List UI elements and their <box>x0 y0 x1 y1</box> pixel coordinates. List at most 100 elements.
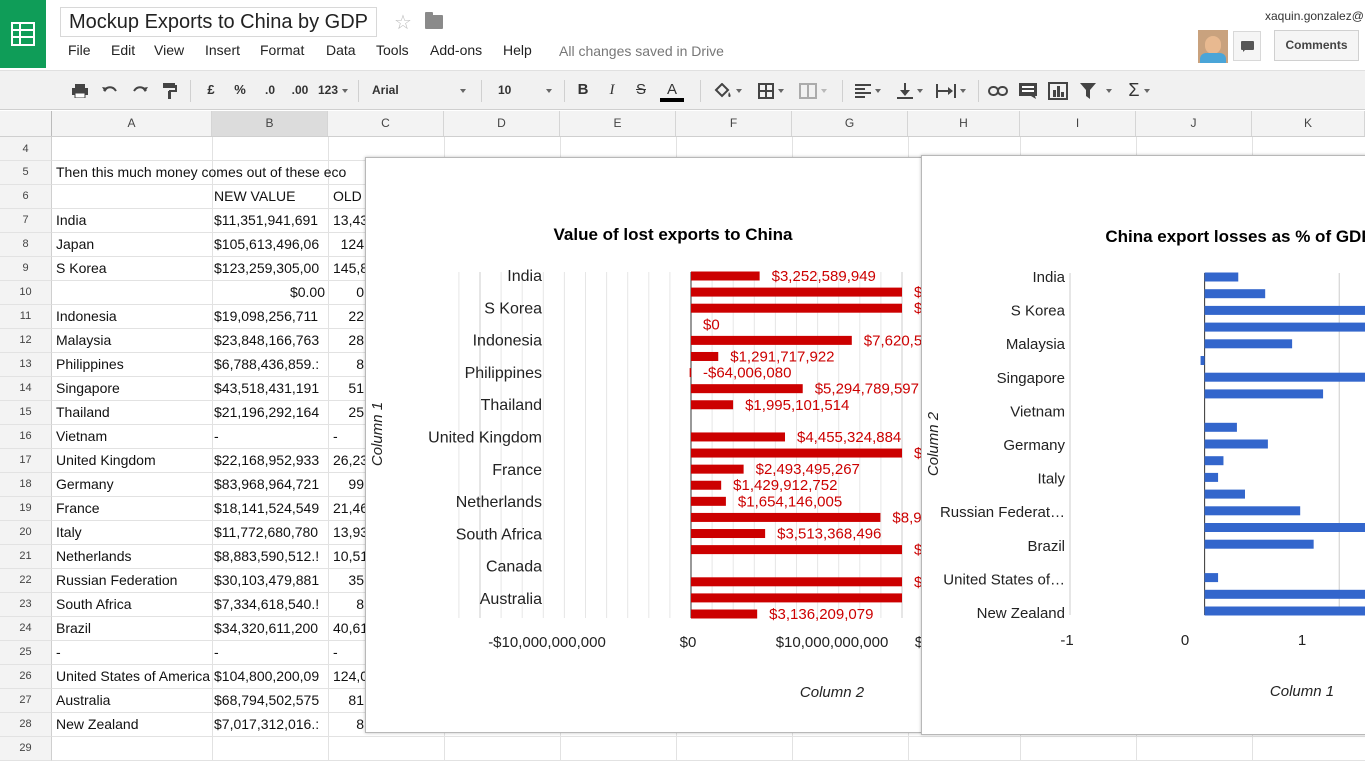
bar[interactable] <box>1204 339 1293 349</box>
fill-color-icon[interactable] <box>710 71 746 111</box>
cell-c[interactable]: 26,23 <box>333 449 367 473</box>
row-header[interactable]: 14 <box>0 377 52 401</box>
bar[interactable] <box>691 448 902 458</box>
more-formats-button[interactable]: 123 <box>316 71 350 111</box>
column-header-i[interactable]: I <box>1020 111 1136 136</box>
cell-a[interactable]: Japan <box>56 233 212 257</box>
cell-c[interactable]: 8 <box>330 713 364 737</box>
cell-a[interactable]: New Zealand <box>56 713 212 737</box>
folder-icon[interactable] <box>425 12 443 29</box>
menu-tools[interactable]: Tools <box>376 42 409 58</box>
cell-b[interactable]: $11,772,680,780 <box>214 521 327 545</box>
column-header-g[interactable]: G <box>792 111 908 136</box>
menu-view[interactable]: View <box>154 42 184 58</box>
row-header[interactable]: 6 <box>0 185 52 209</box>
cell-c[interactable]: 13,43 <box>333 209 367 233</box>
cell-a[interactable]: France <box>56 497 212 521</box>
comments-button[interactable]: Comments <box>1274 30 1359 61</box>
column-header-a[interactable]: A <box>52 111 212 136</box>
row-header[interactable]: 16 <box>0 425 52 449</box>
cell-c[interactable]: 99 <box>330 473 364 497</box>
cell-a[interactable]: Australia <box>56 689 212 713</box>
horizontal-align-icon[interactable] <box>850 71 886 111</box>
cell-c[interactable]: 21,46 <box>333 497 367 521</box>
cell-c[interactable]: 40,61 <box>333 617 367 641</box>
cell-b[interactable] <box>214 737 327 761</box>
cell-a[interactable]: United Kingdom <box>56 449 212 473</box>
menu-file[interactable]: File <box>68 42 91 58</box>
bar[interactable] <box>691 496 726 506</box>
menu-edit[interactable]: Edit <box>111 42 135 58</box>
cell-a[interactable]: United States of America <box>56 665 212 689</box>
cell-c[interactable]: 8 <box>330 593 364 617</box>
cell-b[interactable]: $0.00 <box>214 281 325 305</box>
row-header[interactable]: 5 <box>0 161 52 185</box>
cell-a[interactable]: Singapore <box>56 377 212 401</box>
bar[interactable] <box>1204 539 1314 549</box>
cell-b[interactable]: - <box>214 641 327 665</box>
bar[interactable] <box>1204 456 1224 466</box>
bar[interactable] <box>691 303 902 313</box>
cell-a[interactable] <box>56 185 212 209</box>
cell-a[interactable]: Brazil <box>56 617 212 641</box>
cell-b[interactable]: $105,613,496,06 <box>214 233 327 257</box>
cell-b[interactable]: $21,196,292,164 <box>214 401 327 425</box>
cell-b[interactable]: $22,168,952,933 <box>214 449 327 473</box>
bar[interactable] <box>691 432 786 442</box>
save-status[interactable]: All changes saved in Drive <box>559 43 724 59</box>
bar[interactable] <box>1204 523 1365 532</box>
bar[interactable] <box>691 271 760 281</box>
avatar[interactable] <box>1198 30 1228 63</box>
row-header[interactable]: 15 <box>0 401 52 425</box>
bar[interactable] <box>691 512 881 522</box>
strikethrough-button[interactable]: S <box>631 71 651 111</box>
cell-c[interactable]: 25 <box>330 401 364 425</box>
paint-format-icon[interactable] <box>158 71 182 111</box>
cell-a[interactable]: India <box>56 209 212 233</box>
cell-c[interactable]: 51 <box>330 377 364 401</box>
cell-b[interactable]: $11,351,941,691 <box>214 209 327 233</box>
menu-addons[interactable]: Add-ons <box>430 42 482 58</box>
row-header[interactable]: 27 <box>0 689 52 713</box>
bar[interactable] <box>691 545 902 555</box>
cell-c[interactable]: 13,93 <box>333 521 367 545</box>
bar[interactable] <box>691 287 902 297</box>
bar[interactable] <box>1204 272 1239 282</box>
cell-b[interactable]: $43,518,431,191 <box>214 377 327 401</box>
functions-button[interactable]: Σ <box>1120 71 1158 111</box>
row-header[interactable]: 18 <box>0 473 52 497</box>
cell-a[interactable]: Thailand <box>56 401 212 425</box>
bar[interactable] <box>1200 356 1205 365</box>
cell-b[interactable]: $68,794,502,575 <box>214 689 327 713</box>
font-size-select[interactable]: 10 <box>490 71 556 111</box>
cell-b[interactable]: $104,800,200,09 <box>214 665 327 689</box>
column-header-k[interactable]: K <box>1252 111 1365 136</box>
row-header[interactable]: 7 <box>0 209 52 233</box>
undo-icon[interactable] <box>98 71 122 111</box>
cell-b[interactable]: $7,334,618,540.! <box>214 593 327 617</box>
cell-a[interactable] <box>56 137 212 161</box>
cell-a[interactable]: S Korea <box>56 257 212 281</box>
cell-c[interactable] <box>330 161 364 185</box>
cell-a[interactable]: Malaysia <box>56 329 212 353</box>
bar[interactable] <box>1204 472 1219 482</box>
bar[interactable] <box>691 384 803 394</box>
row-header[interactable]: 13 <box>0 353 52 377</box>
cell-a[interactable]: Philippines <box>56 353 212 377</box>
menu-data[interactable]: Data <box>326 42 356 58</box>
column-header-d[interactable]: D <box>444 111 560 136</box>
decrease-decimals-button[interactable]: .0 <box>258 71 282 111</box>
row-header[interactable]: 28 <box>0 713 52 737</box>
row-header[interactable]: 8 <box>0 233 52 257</box>
row-header[interactable]: 12 <box>0 329 52 353</box>
chat-button[interactable] <box>1233 31 1261 61</box>
cell-b[interactable]: $30,103,479,881 <box>214 569 327 593</box>
cell-b[interactable]: $18,141,524,549 <box>214 497 327 521</box>
insert-chart-icon[interactable] <box>1046 71 1070 111</box>
cell-b[interactable]: $83,968,964,721 <box>214 473 327 497</box>
cell-a[interactable]: Netherlands <box>56 545 212 569</box>
cell-b[interactable] <box>214 161 327 185</box>
cell-c[interactable]: 35 <box>330 569 364 593</box>
menu-insert[interactable]: Insert <box>205 42 240 58</box>
bar[interactable] <box>691 464 744 474</box>
